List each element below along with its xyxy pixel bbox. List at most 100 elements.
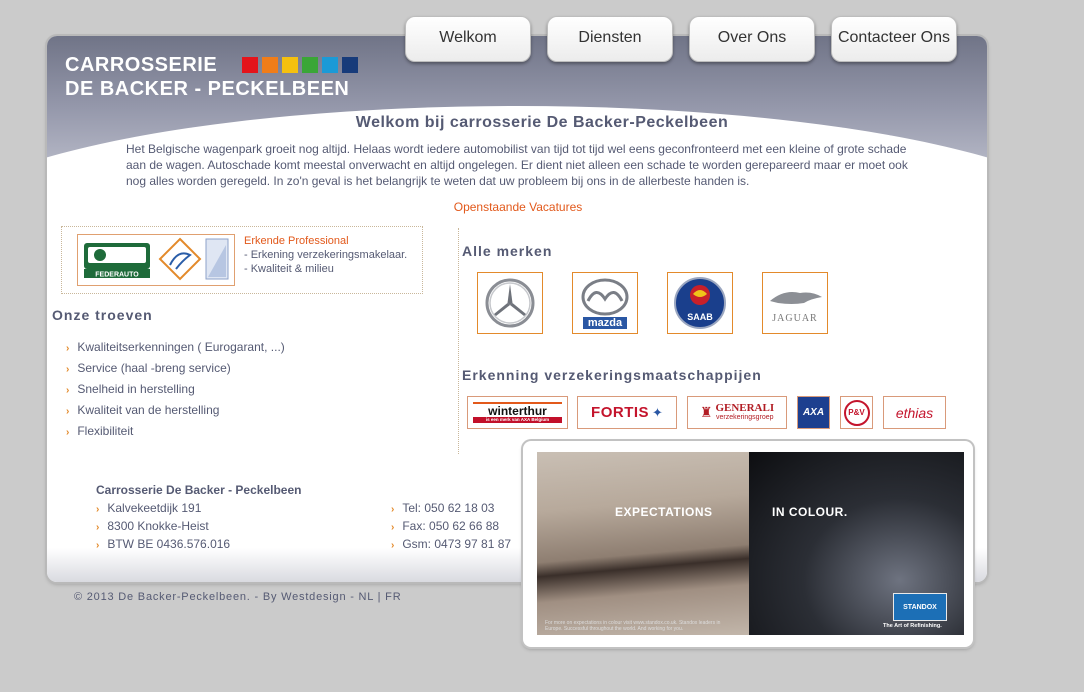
logo-square [302,57,318,73]
federauto-logo-icon: FEDERAUTO [84,243,150,279]
list-item-label: Kwaliteit van de herstelling [77,403,220,417]
brand-jaguar[interactable]: JAGUAR [762,272,828,334]
list-item-label: Service (haal -breng service) [77,361,231,375]
brands-title: Alle merken [462,243,553,259]
tab-contacteer-ons[interactable]: Contacteer Ons [831,16,957,62]
generali-sub: verzekeringsgroep [715,414,774,421]
logo-square [342,57,358,73]
chevron-right-icon: › [391,522,395,533]
certification-text: Erkende Professional - Erkening verzeker… [244,234,407,276]
column-divider [458,228,459,454]
ad-headline-right: IN COLOUR. [772,505,848,519]
list-item: › Flexibiliteit [66,424,285,445]
vacatures-link[interactable]: Openstaande Vacatures [0,200,1036,214]
tab-over-ons[interactable]: Over Ons [689,16,815,62]
insurer-winterthur[interactable]: winterthur is een merk van AXA Belgium [467,396,568,429]
logo-square [242,57,258,73]
chevron-right-icon: › [96,540,100,551]
chevron-right-icon: › [66,364,70,375]
address-text: Kalvekeetdijk 191 [107,501,202,515]
logo-line-2[interactable]: DE BACKER - PECKELBEEN [65,78,349,101]
address-line: › BTW BE 0436.576.016 [96,537,230,551]
winterthur-wordmark: winterthur [488,404,547,418]
insurer-pv[interactable]: P&V [840,396,873,429]
phone-line: › Tel: 050 62 18 03 [391,501,494,515]
ad-headline-left: EXPECTATIONS [615,505,713,519]
phone-text: Tel: 050 62 18 03 [402,501,495,515]
list-item: › Kwaliteitserkenningen ( Eurogarant, ...… [66,340,285,361]
list-item: › Service (haal -breng service) [66,361,285,382]
logo-line-1[interactable]: CARROSSERIE [65,54,217,77]
insurer-ethias[interactable]: ethias [883,396,946,429]
certification-item: - Erkening verzekeringsmakelaar. [244,249,408,261]
generali-text: GENERALI verzekeringsgroep [715,403,774,422]
certification-logos: FEDERAUTO [77,234,235,286]
logo-square [322,57,338,73]
insurer-axa[interactable]: AXA [797,396,830,429]
address-text: BTW BE 0436.576.016 [107,537,231,551]
troeven-title: Onze troeven [52,307,153,323]
intro-paragraph: Het Belgische wagenpark groeit nog altij… [126,142,908,188]
troeven-list: › Kwaliteitserkenningen ( Eurogarant, ...… [66,340,285,445]
address-line: › 8300 Knokke-Heist [96,519,209,533]
list-item-label: Snelheid in herstelling [77,382,195,396]
ethias-wordmark: ethias [895,404,934,421]
list-item-label: Kwaliteitserkenningen ( Eurogarant, ...) [77,340,285,354]
fax-text: Fax: 050 62 66 88 [402,519,500,533]
chevron-right-icon: › [96,504,100,515]
company-name: Carrosserie De Backer - Peckelbeen [96,483,302,497]
chevron-right-icon: › [391,540,395,551]
axa-wordmark: AXA [802,407,825,418]
logo-square [262,57,278,73]
insurers-title: Erkenning verzekeringsmaatschappijen [462,367,762,383]
brand-mazda[interactable]: mazda [572,272,638,334]
ad-fine-print: For more on expectations in colour visit… [545,620,721,632]
list-item: › Snelheid in herstelling [66,382,285,403]
page-title: Welkom bij carrosserie De Backer-Peckelb… [355,114,729,131]
certification-box: FEDERAUTO Erkende Professional - Erkenin… [61,226,423,294]
jaguar-wordmark: JAGUAR [772,312,818,324]
pv-wordmark: P&V [843,399,870,426]
jaguar-leaper-icon [770,291,822,304]
chevron-right-icon: › [66,385,70,396]
federauto-label: FEDERAUTO [95,272,139,279]
standox-ad[interactable]: EXPECTATIONS IN COLOUR. For more on expe… [537,452,964,635]
standox-logo: STANDOX [893,593,947,621]
insurer-fortis[interactable]: FORTIS ✦ [577,396,677,429]
mazda-wordmark: mazda [582,317,628,329]
brand-saab[interactable]: SAAB [667,272,733,334]
gsm-text: Gsm: 0473 97 81 87 [402,537,512,551]
chevron-right-icon: › [391,504,395,515]
certification-title: Erkende Professional [244,235,349,247]
mercedes-logo-icon [485,278,535,328]
list-item-label: Flexibiliteit [77,424,134,438]
chevron-right-icon: › [66,427,70,438]
saab-logo-icon: SAAB [674,277,726,329]
fortis-wordmark: FORTIS [591,404,650,421]
brand-mercedes[interactable] [477,272,543,334]
chevron-right-icon: › [66,343,70,354]
tab-welkom[interactable]: Welkom [405,16,531,62]
ad-tagline: The Art of Refinishing. [883,623,942,629]
generali-lion-icon: ♜ [699,404,713,420]
insurer-generali[interactable]: ♜ GENERALI verzekeringsgroep [687,396,787,429]
gsm-line: › Gsm: 0473 97 81 87 [391,537,511,551]
address-text: 8300 Knokke-Heist [107,519,209,533]
certification-item: - Kwaliteit & milieu [244,263,334,275]
generali-wordmark: GENERALI [715,402,775,414]
logo-square [282,57,298,73]
saab-wordmark: SAAB [687,312,713,322]
chevron-right-icon: › [96,522,100,533]
mazda-logo-icon [581,278,629,316]
quality-diamond-icon [158,237,202,281]
tab-diensten[interactable]: Diensten [547,16,673,62]
environment-badge-icon [205,238,229,280]
fax-line: › Fax: 050 62 66 88 [391,519,499,533]
ad-left-image [537,452,749,635]
fortis-star-icon: ✦ [652,404,663,420]
address-line: › Kalvekeetdijk 191 [96,501,201,515]
winterthur-sub: is een merk van AXA Belgium [473,417,562,423]
list-item: › Kwaliteit van de herstelling [66,403,285,424]
logo-color-squares [242,57,358,73]
copyright: © 2013 De Backer-Peckelbeen. - By Westde… [74,591,402,603]
